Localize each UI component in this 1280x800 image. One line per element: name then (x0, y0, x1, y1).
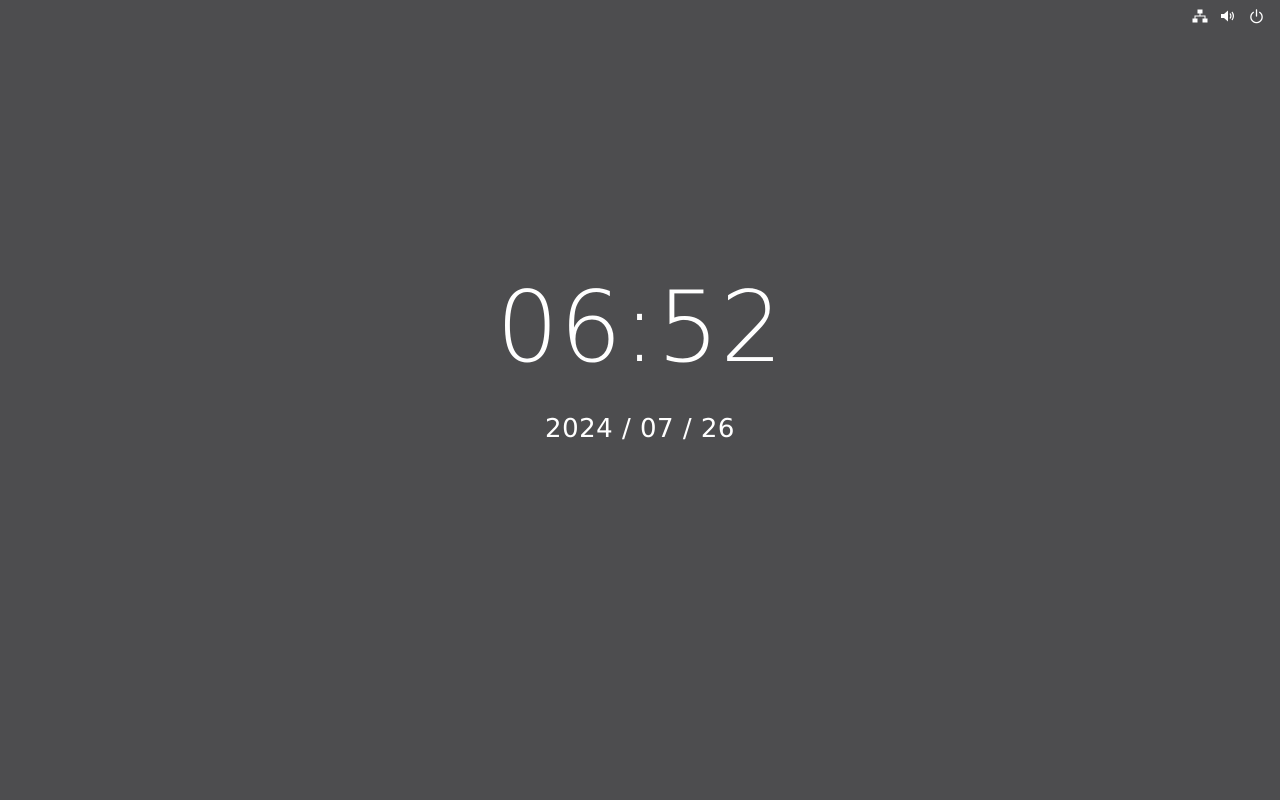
volume-icon (1220, 9, 1236, 23)
volume-button[interactable] (1218, 6, 1238, 26)
clock-date: 2024 / 07 / 26 (545, 414, 735, 444)
lock-screen: 06:52 2024 / 07 / 26 (0, 0, 1280, 800)
power-icon (1249, 8, 1264, 24)
network-icon (1192, 9, 1208, 23)
network-button[interactable] (1190, 6, 1210, 26)
clock-time: 06:52 (496, 271, 784, 385)
power-button[interactable] (1246, 6, 1266, 26)
system-tray (1190, 6, 1266, 26)
